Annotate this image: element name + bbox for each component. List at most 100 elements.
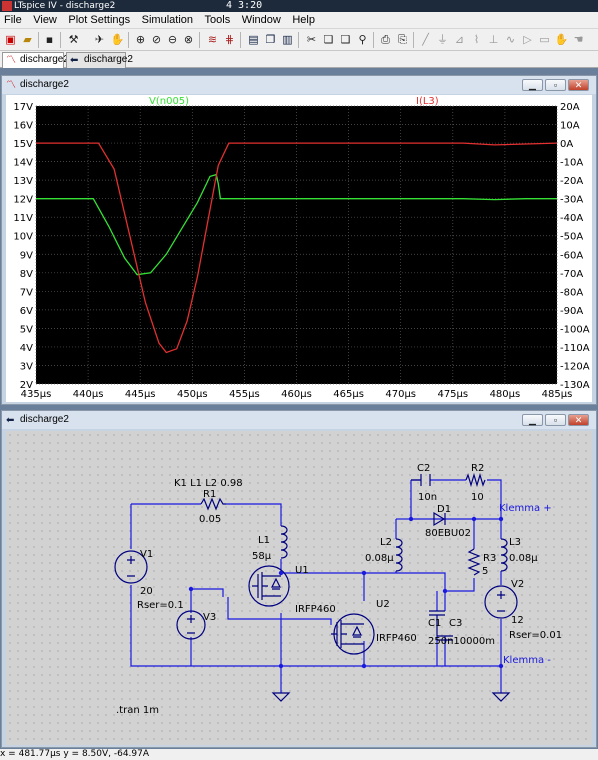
resistor-r3[interactable] [467,548,481,576]
tran-directive[interactable]: .tran 1m [116,705,159,716]
wire[interactable] [280,559,365,601]
capacitor-icon[interactable]: ⊥ [486,32,501,47]
waveform-window-titlebar[interactable]: 〽 discharge2 ▁ ▫ ✕ [2,76,596,94]
menu-help[interactable]: Help [288,12,319,26]
waveform-plot-area[interactable]: 435µs 440µs 445µs 450µs 455µs 460µs 465µs 470µs… [6,95,592,402]
wire[interactable] [191,588,224,597]
v2-rser[interactable]: Rser=0.01 [509,630,562,641]
tab-schematic[interactable]: ⬅ discharge2 [66,52,133,68]
halt-icon[interactable]: ✋ [110,32,125,47]
zoom-out-icon[interactable]: ⊖ [165,32,180,47]
y-left-tick-label: 17V [13,102,33,113]
waveform-chart[interactable]: 435µs 440µs 445µs 450µs 455µs 460µs 465µs 470µs… [6,95,592,402]
tab-label: discharge2 [84,54,133,65]
l1-value[interactable]: 58µ [252,551,272,562]
l2-value[interactable]: 0.08µ [365,553,394,564]
y-right-tick-label: -70A [560,269,583,280]
open-icon[interactable]: ▰ [20,32,35,47]
copy-icon[interactable]: ❏ [321,32,336,47]
print-setup-icon[interactable]: ⎘ [395,32,410,47]
inductor-l2[interactable] [395,538,403,572]
net-label-klemma-minus[interactable]: Klemma - [503,655,551,666]
label-icon[interactable]: ⊿ [452,32,467,47]
y-left-tick-label: 5V [20,324,33,335]
x-tick-label: 450µs [177,389,208,400]
x-tick-label: 440µs [73,389,104,400]
move-icon[interactable]: ✋ [554,32,569,47]
drag-icon[interactable]: ☚ [571,32,586,47]
wire[interactable] [226,503,282,526]
ground-icon[interactable]: ⏚ [435,32,450,47]
resistor-r1[interactable] [200,497,226,511]
menu-simulation[interactable]: Simulation [138,12,197,26]
maximize-button[interactable]: ▫ [545,79,566,91]
minimize-button[interactable]: ▁ [522,414,543,426]
schematic-drawing[interactable]: K1 L1 L2 0.98 R1 0.05 L1 58µ V1 20 Rser=… [6,431,592,745]
menu-file[interactable]: File [0,12,26,26]
schematic-canvas[interactable]: K1 L1 L2 0.98 R1 0.05 L1 58µ V1 20 Rser=… [6,431,592,745]
r3-value[interactable]: 5 [482,566,488,577]
tab-waveform[interactable]: 〽 discharge2 [2,52,69,68]
zoom-in-icon[interactable]: ⊕ [133,32,148,47]
diode-icon[interactable]: ▷ [520,32,535,47]
close-button[interactable]: ✕ [568,79,589,91]
close-button[interactable]: ✕ [568,414,589,426]
paste-icon[interactable]: ❑ [338,32,353,47]
wire[interactable] [445,578,475,592]
inductor-icon[interactable]: ∿ [503,32,518,47]
menu-plot-settings[interactable]: Plot Settings [64,12,134,26]
u1-part[interactable]: IRFP460 [295,604,336,615]
find-icon[interactable]: ⚲ [355,32,370,47]
menu-view[interactable]: View [29,12,61,26]
menu-tools[interactable]: Tools [201,12,235,26]
tab-label: discharge2 [20,54,69,65]
maximize-button[interactable]: ▫ [545,414,566,426]
y-right-tick-label: -60A [560,250,583,261]
coupling-directive[interactable]: K1 L1 L2 0.98 [174,478,243,489]
zoom-rect-icon[interactable]: ⊘ [149,32,164,47]
inductor-l3[interactable] [500,538,508,572]
resistor-icon[interactable]: ⌇ [469,32,484,47]
inductor-l1[interactable] [280,525,288,559]
y-left-tick-label: 15V [13,139,33,150]
tile-horizontal-icon[interactable]: ▤ [246,32,261,47]
v1-value[interactable]: 20 [140,586,153,597]
resistor-r2[interactable] [465,472,486,488]
voltage-source-v2[interactable] [484,585,518,619]
control-panel-icon[interactable]: ⚒ [66,32,81,47]
cut-icon[interactable]: ✂ [304,32,319,47]
d1-part[interactable]: 80EBU02 [425,528,471,539]
component-icon[interactable]: ▭ [537,32,552,47]
c1-c3-value[interactable]: 250n10000m [428,636,495,647]
r2-value[interactable]: 10 [471,492,484,503]
u2-part[interactable]: IRFP460 [376,633,417,644]
schematic-window-titlebar[interactable]: ⬅ discharge2 ▁ ▫ ✕ [2,411,596,429]
cascade-icon[interactable]: ❐ [263,32,278,47]
net-label-klemma-plus[interactable]: Klemma + [499,503,552,514]
capacitor-c2[interactable] [411,474,431,486]
run-icon[interactable]: ✈ [92,32,107,47]
v2-value[interactable]: 12 [511,615,524,626]
minimize-button[interactable]: ▁ [522,79,543,91]
new-schematic-icon[interactable]: ▣ [3,32,18,47]
trace-label-i-l3[interactable]: I(L3) [416,96,439,107]
zoom-fit-icon[interactable]: ⊗ [181,32,196,47]
wire-icon[interactable]: ╱ [418,32,433,47]
print-icon[interactable]: ⎙ [378,32,393,47]
c2-value[interactable]: 10n [418,492,437,503]
tile-vertical-icon[interactable]: ▥ [280,32,295,47]
d1-label: D1 [437,504,451,515]
r1-value[interactable]: 0.05 [199,514,221,525]
trace-label-v-n005[interactable]: V(n005) [149,96,189,107]
grid-icon[interactable]: ⋕ [222,32,237,47]
wire[interactable] [130,585,446,667]
v1-rser[interactable]: Rser=0.1 [137,600,184,611]
save-icon[interactable]: ▪ [42,32,57,47]
y-left-tick-label: 9V [20,250,33,261]
autorange-icon[interactable]: ≋ [205,32,220,47]
y-right-tick-label: -10A [560,158,583,169]
menu-window[interactable]: Window [238,12,285,26]
l3-value[interactable]: 0.08µ [509,553,538,564]
y-left-tick-label: 12V [13,195,33,206]
y-right-tick-label: 20A [560,102,580,113]
